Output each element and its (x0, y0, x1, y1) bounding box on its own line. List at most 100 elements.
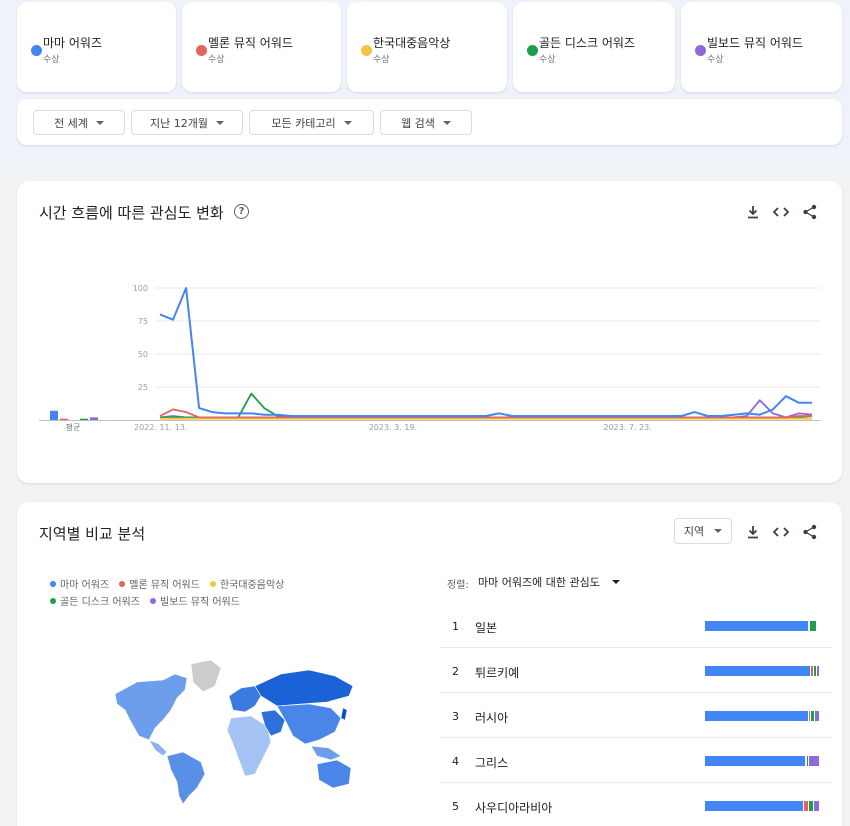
legend-label: 마마 어워즈 (60, 580, 110, 591)
legend-label: 빌보드 뮤직 어워드 (159, 597, 240, 608)
average-bar (60, 418, 68, 420)
region-level-label: 지역 (683, 525, 705, 538)
sort-value: 마마 어워즈에 대한 관심도 (478, 576, 600, 589)
legend-dot (209, 580, 216, 587)
share-segment (807, 756, 819, 766)
region-name: 일본 (475, 621, 498, 635)
share-segment (815, 666, 819, 676)
legend-label: 멜론 뮤직 어워드 (129, 580, 200, 591)
trend-line-chart: 100 75 50 25 2022. 11. 13. 2023. 3. 19. 2023. … (39, 284, 820, 432)
series-line (159, 287, 812, 417)
share-bar (705, 801, 819, 811)
filter-search-type[interactable]: 웹 검색 (380, 110, 472, 135)
region-legend-row-2: 골든 디스크 어워즈 빌보드 뮤직 어워드 (50, 593, 240, 608)
term-color-dot (31, 45, 42, 56)
map-europe (228, 685, 262, 713)
map-southeast-asia (310, 745, 342, 761)
share-segment (705, 711, 808, 721)
sort-select[interactable]: 마마 어워즈에 대한 관심도 (478, 574, 620, 590)
filter-bar: 전 세계 지난 12개월 모든 카테고리 웹 검색 (17, 99, 842, 145)
legend-label: 골든 디스크 어워즈 (60, 597, 140, 608)
term-color-dot (196, 45, 207, 56)
map-russia (254, 669, 354, 707)
filter-region-label: 전 세계 (54, 116, 88, 130)
x-tick-label: 2023. 3. 19. (369, 423, 417, 432)
term-name: 빌보드 뮤직 어워드 (707, 36, 803, 50)
region-name: 러시아 (475, 711, 509, 725)
panel-title: 지역별 비교 분석 (39, 525, 146, 543)
share-segment (705, 621, 808, 631)
map-central-america (148, 739, 168, 757)
term-color-dot (695, 45, 706, 56)
map-australia (316, 759, 352, 789)
average-label: 평균 (66, 422, 81, 432)
y-tick-label: 25 (138, 383, 148, 392)
caret-down-icon (611, 580, 620, 584)
caret-down-icon (442, 120, 451, 125)
term-card-golden-disc[interactable]: 골든 디스크 어워즈 수상 (513, 2, 675, 92)
term-card-melon[interactable]: 멜론 뮤직 어워드 수상 (182, 2, 341, 92)
region-rank-row[interactable]: 3 러시아 (440, 693, 832, 738)
share-segment (814, 711, 819, 721)
term-type: 수상 (208, 55, 225, 65)
map-japan (340, 707, 348, 721)
term-card-billboard[interactable]: 빌보드 뮤직 어워드 수상 (681, 2, 842, 92)
rank-number: 5 (452, 800, 459, 813)
download-icon[interactable] (744, 523, 762, 541)
legend-dot (149, 597, 156, 604)
legend-dot (119, 580, 126, 587)
average-bar (90, 417, 98, 420)
term-name: 한국대중음악상 (373, 36, 451, 50)
filter-time-range[interactable]: 지난 12개월 (131, 110, 243, 135)
term-type: 수상 (43, 55, 60, 65)
region-legend-row-1: 마마 어워즈 멜론 뮤직 어워드 한국대중음악상 (50, 576, 284, 591)
term-name: 마마 어워즈 (43, 36, 103, 50)
share-segment (808, 621, 816, 631)
term-color-dot (361, 45, 372, 56)
term-card-mama[interactable]: 마마 어워즈 수상 (17, 2, 176, 92)
caret-down-icon (215, 120, 224, 125)
region-name: 그리스 (475, 756, 509, 770)
x-tick-label: 2023. 7. 23. (603, 423, 651, 432)
caret-down-icon (343, 120, 352, 125)
term-name: 멜론 뮤직 어워드 (208, 36, 293, 50)
legend-item: 빌보드 뮤직 어워드 (149, 593, 240, 608)
map-greenland (190, 659, 222, 693)
share-segment (813, 801, 819, 811)
rank-number: 1 (452, 620, 459, 633)
region-rank-row[interactable]: 5 사우디아라비아 (440, 783, 832, 826)
embed-code-icon[interactable] (772, 523, 790, 541)
filter-category-label: 모든 카테고리 (271, 116, 336, 130)
term-type: 수상 (373, 55, 390, 65)
caret-down-icon (714, 529, 723, 533)
y-tick-label: 50 (138, 350, 148, 359)
legend-item: 멜론 뮤직 어워드 (119, 576, 200, 591)
y-tick-label: 75 (138, 317, 148, 326)
region-rank-row[interactable]: 1 일본 (440, 603, 832, 648)
filter-category[interactable]: 모든 카테고리 (249, 110, 374, 135)
term-type: 수상 (539, 55, 556, 65)
share-bar (705, 666, 819, 676)
rank-number: 4 (452, 755, 459, 768)
world-map[interactable] (105, 656, 365, 806)
share-segment (705, 801, 804, 811)
map-africa (226, 715, 272, 777)
legend-item: 골든 디스크 어워즈 (50, 593, 140, 608)
rank-number: 3 (452, 710, 459, 723)
region-rank-row[interactable]: 2 튀르키예 (440, 648, 832, 693)
term-type: 수상 (707, 55, 724, 65)
share-bar (705, 756, 819, 766)
map-south-america (166, 751, 206, 805)
average-bar (80, 418, 88, 420)
region-level-select[interactable]: 지역 (674, 518, 732, 544)
share-segment (705, 756, 806, 766)
filter-region[interactable]: 전 세계 (33, 110, 125, 135)
term-color-dot (527, 45, 538, 56)
term-card-kma[interactable]: 한국대중음악상 수상 (347, 2, 507, 92)
filter-search-type-label: 웹 검색 (401, 116, 435, 130)
x-tick-label: 2022. 11. 13. (134, 423, 187, 432)
legend-dot (50, 580, 56, 587)
share-icon[interactable] (801, 523, 819, 541)
interest-over-time-panel: 시간 흐름에 따른 관심도 변화 ? 100 75 50 25 2022. 11. 13… (17, 181, 842, 483)
region-rank-row[interactable]: 4 그리스 (440, 738, 832, 783)
